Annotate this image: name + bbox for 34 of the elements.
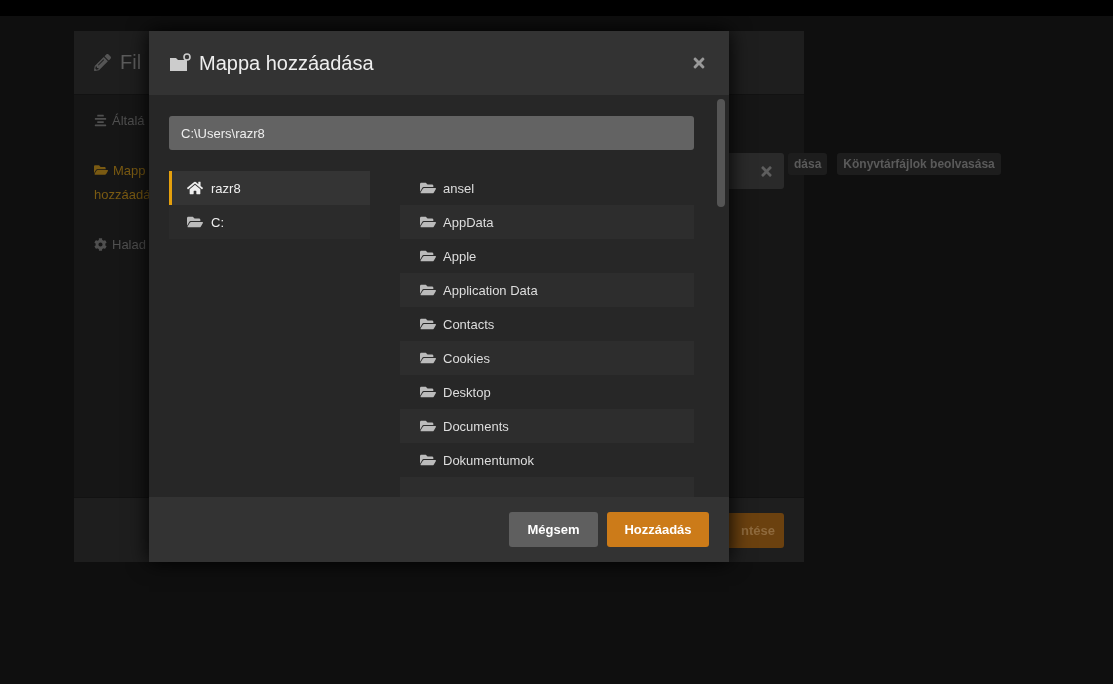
folder-icon [420, 384, 436, 400]
dialog-title: Mappa hozzáadása [199, 51, 375, 75]
folder-icon [420, 282, 436, 298]
home-icon [187, 180, 203, 196]
folder-icon [420, 248, 436, 264]
folder-icon [420, 180, 436, 196]
folder-item[interactable]: AppData [400, 205, 694, 239]
location-item[interactable]: C: [169, 205, 370, 239]
folder-add-icon [169, 53, 191, 73]
cancel-button[interactable]: Mégsem [509, 512, 598, 547]
clear-icon[interactable] [759, 163, 774, 179]
folder-icon [187, 214, 203, 230]
folder-icon [420, 214, 436, 230]
pencil-icon [94, 54, 111, 71]
folder-item[interactable]: Contacts [400, 307, 694, 341]
folder-icon [420, 418, 436, 434]
folder-item[interactable]: ansel [400, 171, 694, 205]
folder-icon [420, 350, 436, 366]
list-icon [94, 114, 107, 127]
dialog-title: Fil [120, 51, 142, 74]
folder-item[interactable]: Application Data [400, 273, 694, 307]
folder-item[interactable]: Cookies [400, 341, 694, 375]
location-item[interactable]: razr8 [169, 171, 370, 205]
folder-icon [420, 452, 436, 468]
folder-item[interactable]: Desktop [400, 375, 694, 409]
settings-icon [94, 238, 107, 251]
scrollbar-thumb[interactable] [717, 99, 725, 207]
folder-item[interactable]: Dokumentumok [400, 443, 694, 477]
input-field[interactable] [729, 153, 784, 189]
path-field[interactable]: C:\Users\razr8 [169, 116, 694, 150]
folder-item[interactable]: Apple [400, 239, 694, 273]
folder-item[interactable]: Documents [400, 409, 694, 443]
folder-icon [94, 163, 108, 177]
folder-icon [420, 316, 436, 332]
